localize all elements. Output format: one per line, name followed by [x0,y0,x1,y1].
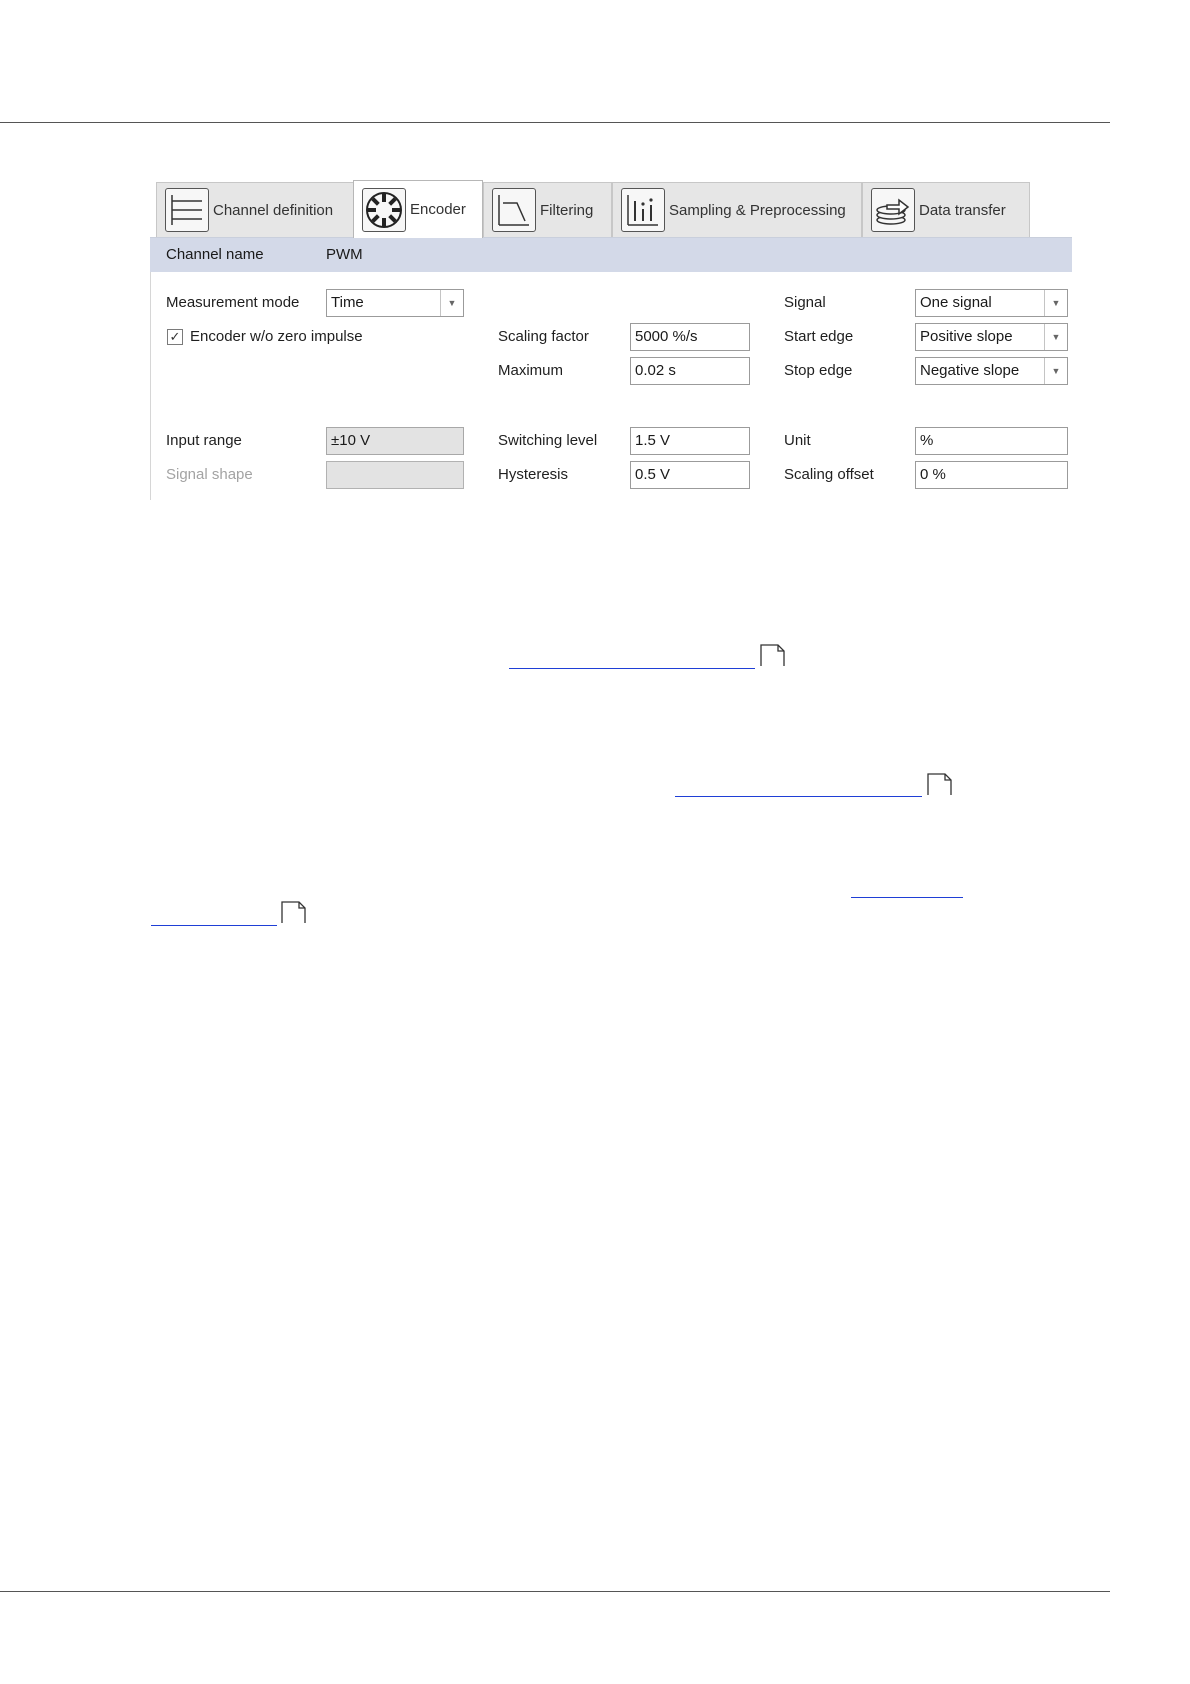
unit-label: Unit [784,432,811,449]
page-reference-icon [760,643,786,667]
cross-reference-link[interactable] [675,780,922,797]
cross-reference-link[interactable] [851,881,963,898]
page-reference-icon [281,900,307,924]
tab-channel-definition[interactable]: Channel definition [156,182,354,237]
hysteresis-input[interactable]: 0.5 V [630,461,750,489]
chevron-down-icon[interactable]: ▼ [1044,324,1067,350]
switching-level-label: Switching level [498,432,598,449]
panel-border [150,272,151,500]
tab-sampling-preprocessing[interactable]: Sampling & Preprocessing [612,182,862,237]
tab-bar: Channel definition Encoder Filtering Sam… [150,180,1072,238]
input-range-label: Input range [166,432,242,449]
channel-name-value: PWM [326,246,363,263]
signal-dropdown[interactable]: One signal ▼ [915,289,1068,317]
maximum-label: Maximum [498,362,564,379]
signal-shape-field [326,461,464,489]
tab-label: Sampling & Preprocessing [669,201,846,219]
hysteresis-label: Hysteresis [498,466,569,483]
scaling-factor-label: Scaling factor [498,328,589,345]
channel-settings-dialog: Channel definition Encoder Filtering Sam… [150,180,1072,500]
header-rule [0,122,1110,123]
stop-edge-value: Negative slope [920,362,1020,379]
signal-label: Signal [784,294,826,311]
input-range-field: ±10 V [326,427,464,455]
channel-name-bar: Channel name PWM [150,238,1072,272]
stop-edge-dropdown[interactable]: Negative slope ▼ [915,357,1068,385]
tab-encoder[interactable]: Encoder [353,180,483,238]
channel-definition-icon [165,188,209,232]
filter-icon [492,188,536,232]
unit-input[interactable]: % [915,427,1068,455]
switching-level-input[interactable]: 1.5 V [630,427,750,455]
tab-label: Channel definition [213,201,334,219]
maximum-input[interactable]: 0.02 s [630,357,750,385]
chevron-down-icon[interactable]: ▼ [440,290,463,316]
tab-label: Encoder [410,201,466,218]
data-transfer-icon [871,188,915,232]
measurement-mode-dropdown[interactable]: Time ▼ [326,289,464,317]
tab-label: Filtering [540,201,594,219]
scaling-offset-label: Scaling offset [784,466,874,483]
stop-edge-label: Stop edge [784,362,853,379]
tab-filtering[interactable]: Filtering [483,182,612,237]
encoder-zero-impulse-label: Encoder w/o zero impulse [190,328,363,345]
encoder-icon [362,187,406,232]
start-edge-label: Start edge [784,328,854,345]
chevron-down-icon[interactable]: ▼ [1044,290,1067,316]
scaling-factor-input[interactable]: 5000 %/s [630,323,750,351]
chevron-down-icon[interactable]: ▼ [1044,358,1067,384]
encoder-zero-impulse-checkbox[interactable]: ✓ [167,329,183,345]
start-edge-value: Positive slope [920,328,1013,345]
page-reference-icon [927,772,953,796]
sampling-icon [621,188,665,232]
tab-label: Data transfer [919,201,1006,219]
cross-reference-link[interactable] [509,652,755,669]
scaling-offset-input[interactable]: 0 % [915,461,1068,489]
start-edge-dropdown[interactable]: Positive slope ▼ [915,323,1068,351]
measurement-mode-label: Measurement mode [166,294,300,311]
footer-rule [0,1591,1110,1592]
channel-name-label: Channel name [166,246,264,263]
cross-reference-link[interactable] [151,909,277,926]
signal-value: One signal [920,294,992,311]
measurement-mode-value: Time [331,294,364,311]
signal-shape-label: Signal shape [166,466,253,483]
tab-data-transfer[interactable]: Data transfer [862,182,1030,237]
